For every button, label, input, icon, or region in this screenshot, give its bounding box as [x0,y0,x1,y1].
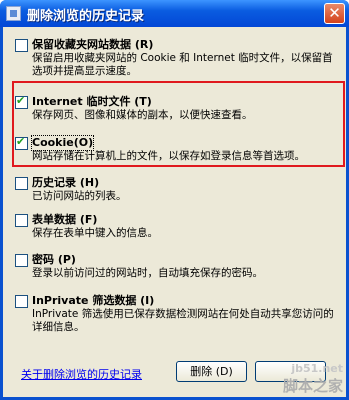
dialog-window: 删除浏览的历史记录 ✕ 保留收藏夹网站数据 (R) 保留启用收藏夹网站的 Coo… [0,0,349,400]
close-button[interactable]: ✕ [324,3,345,24]
checkbox-preserve-favorites[interactable] [15,39,28,52]
option-description: InPrivate 筛选使用已保存数据检测网站在何处自动共享您访问的详细信息。 [32,308,334,333]
checkbox-passwords[interactable] [15,254,28,267]
option-label[interactable]: 表单数据 (F) [32,213,97,227]
option-description: 保存在表单中键入的信息。 [32,227,158,239]
about-deleting-history-link[interactable]: 关于删除浏览的历史记录 [21,366,142,382]
option-description: 登录以前访问过的网站时，自动填充保存的密码。 [32,267,263,279]
window-title: 删除浏览的历史记录 [27,9,145,24]
delete-button[interactable]: 删除 (D) [176,361,247,382]
option-label[interactable]: InPrivate 筛选数据 (I) [32,294,154,308]
watermark: jb51.net 脚本之家 [283,362,343,396]
highlight-annotation [12,81,345,167]
option-label[interactable]: 历史记录 (H) [32,176,99,190]
checkbox-inprivate[interactable] [15,295,28,308]
checkbox-history[interactable] [15,177,28,190]
watermark-name: 脚本之家 [282,377,343,395]
watermark-url: jb51.net [291,362,343,375]
app-icon [6,6,21,21]
option-label[interactable]: 保留收藏夹网站数据 (R) [32,38,153,52]
title-bar[interactable]: 删除浏览的历史记录 ✕ [0,0,349,27]
option-description: 保留启用收藏夹网站的 Cookie 和 Internet 临时文件，以保留首选项… [32,52,333,77]
option-description: 已访问网站的列表。 [32,190,127,202]
option-label[interactable]: 密码 (P) [32,253,76,267]
checkbox-form-data[interactable] [15,214,28,227]
